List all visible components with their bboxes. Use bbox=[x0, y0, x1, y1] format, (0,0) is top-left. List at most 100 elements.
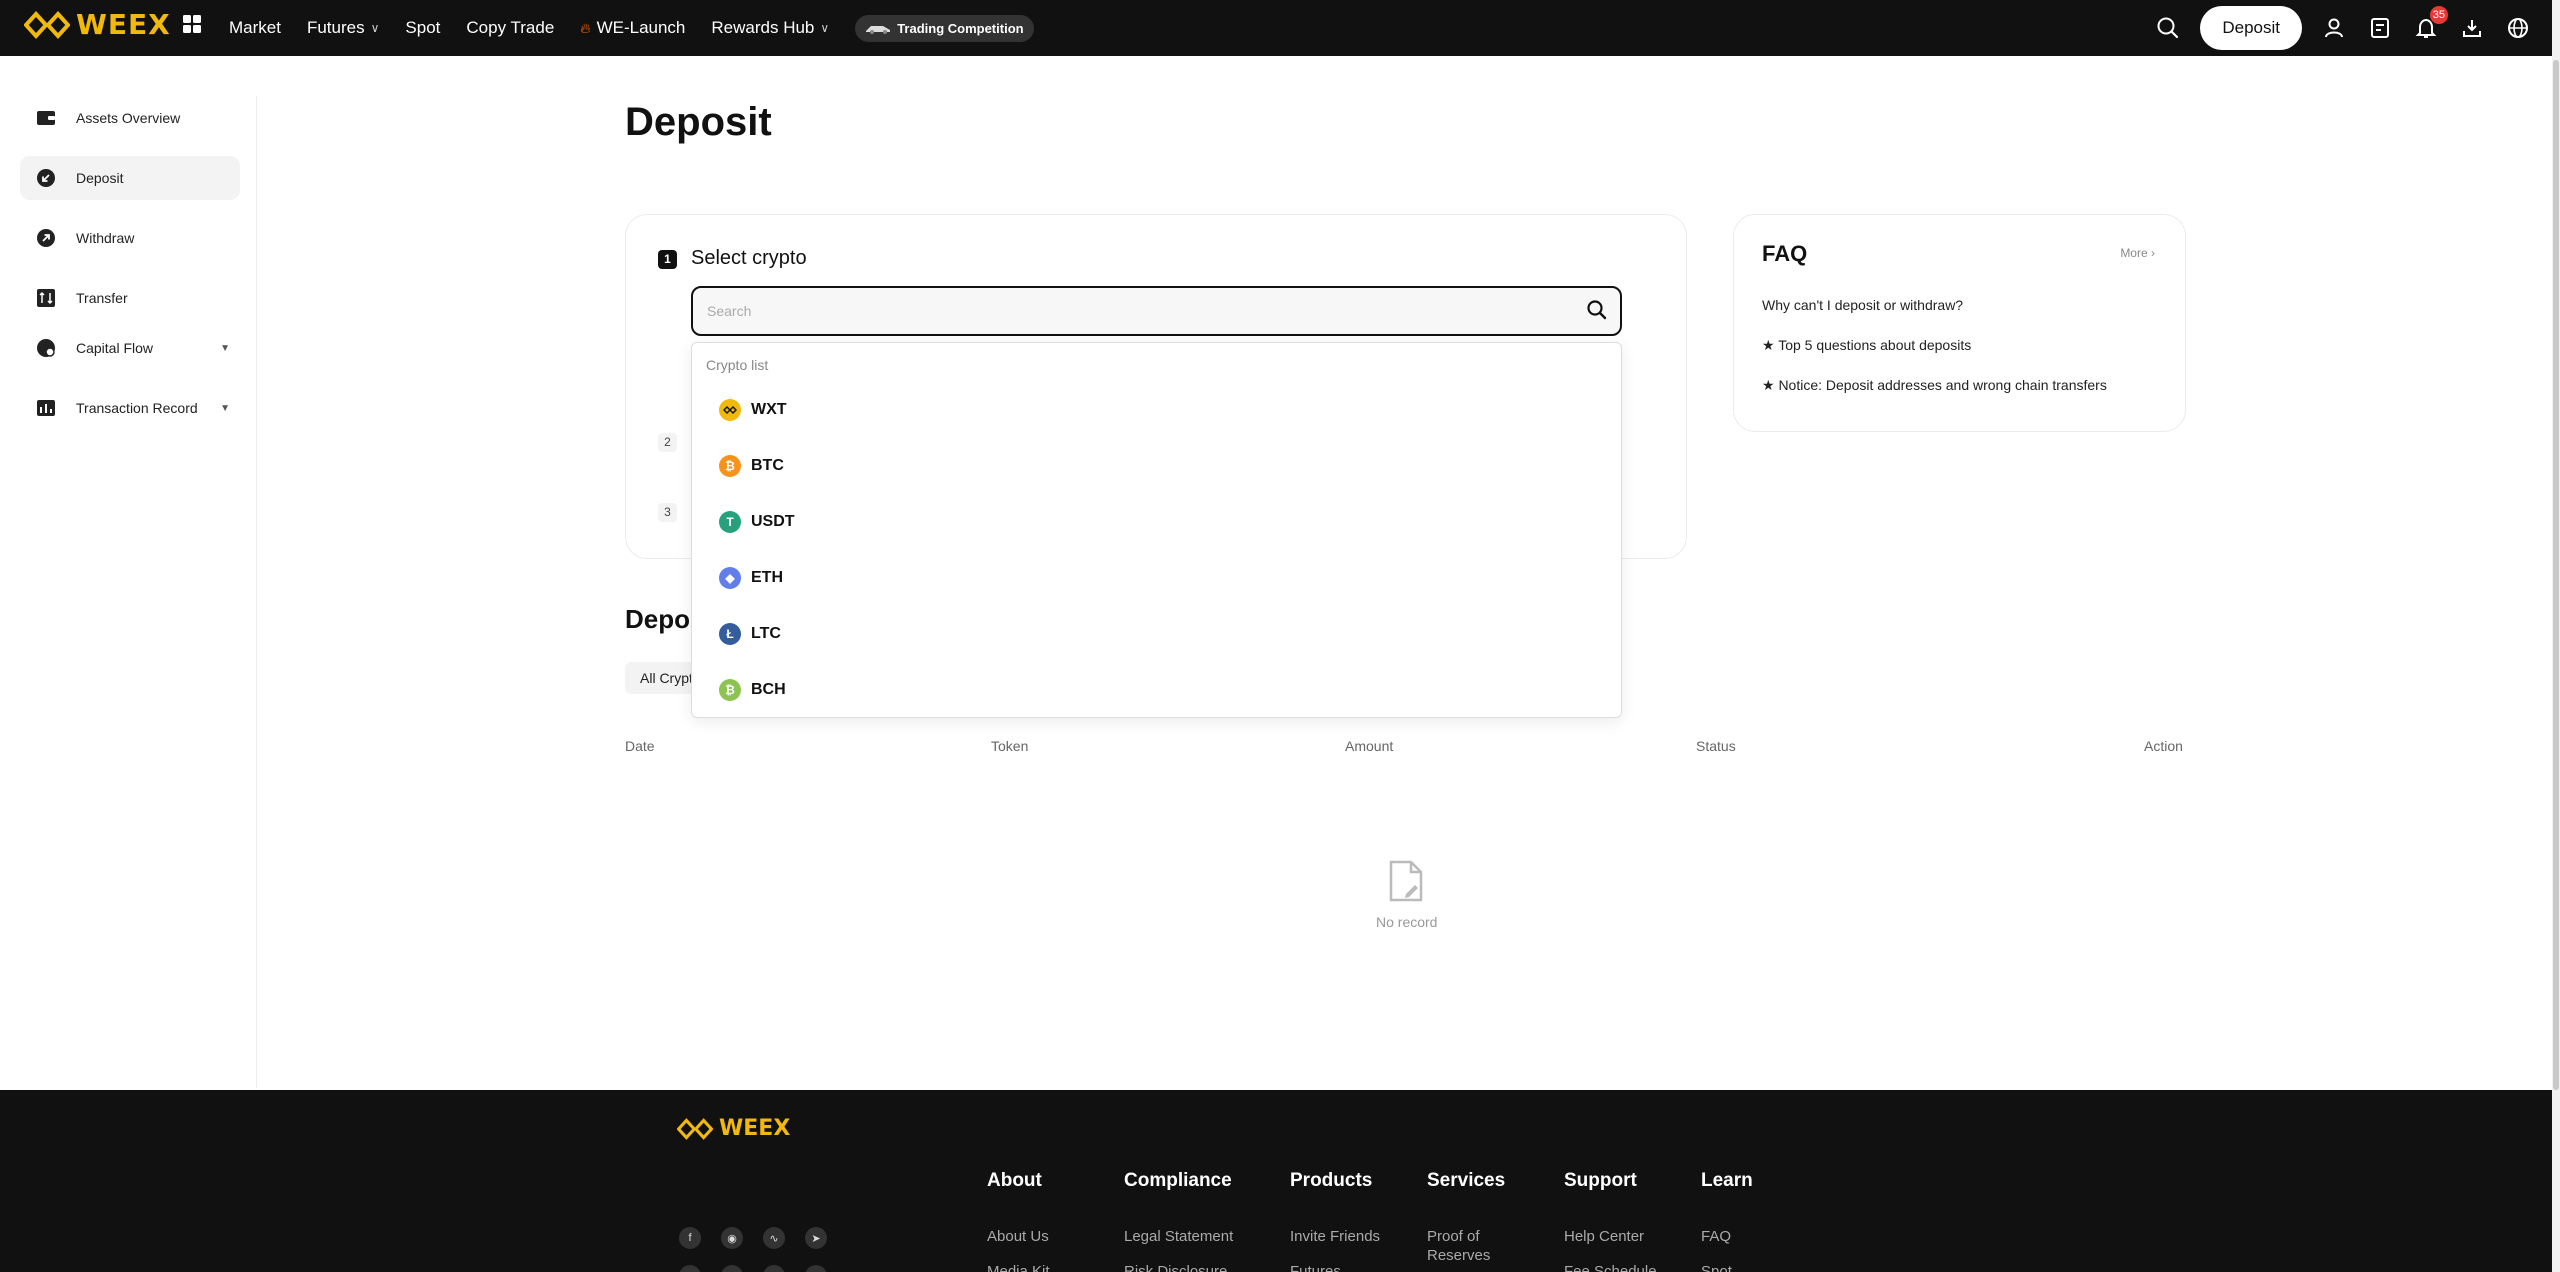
bch-coin-icon: ₿ bbox=[719, 679, 741, 701]
nav-trading-competition[interactable]: Trading Competition bbox=[855, 14, 1034, 42]
faq-title: FAQ bbox=[1762, 241, 1808, 266]
sidebar-item-transaction-record[interactable]: Transaction Record ▼ bbox=[20, 386, 240, 430]
coin-name: ETH bbox=[751, 569, 783, 586]
coin-option-btc[interactable]: ₿ BTC bbox=[692, 438, 1621, 494]
weex-logo[interactable]: WEEX bbox=[24, 8, 171, 41]
crypto-list-label: Crypto list bbox=[706, 357, 769, 373]
nav-futures[interactable]: Futures ∨ bbox=[307, 18, 379, 38]
notification-bell-icon[interactable]: 35 bbox=[2412, 6, 2448, 42]
top-nav: WEEX Market Futures ∨ Spot Copy Trade 🔥︎ W… bbox=[0, 0, 2552, 56]
transfer-icon bbox=[36, 288, 56, 308]
step-3-badge: 3 bbox=[658, 503, 677, 522]
notification-count-badge: 35 bbox=[2429, 6, 2448, 24]
messenger-icon[interactable]: ∿ bbox=[763, 1227, 785, 1249]
nav-market-label: Market bbox=[229, 18, 281, 37]
wallet-icon bbox=[36, 108, 56, 128]
sidebar-item-deposit[interactable]: Deposit bbox=[20, 156, 240, 200]
faq-question[interactable]: Why can't I deposit or withdraw? bbox=[1762, 297, 1963, 313]
social-icon[interactable] bbox=[721, 1265, 743, 1272]
column-header-token: Token bbox=[991, 738, 1029, 754]
sidebar-item-label: Transaction Record bbox=[76, 400, 198, 416]
coin-option-usdt[interactable]: T USDT bbox=[692, 494, 1621, 550]
empty-document-icon bbox=[1388, 860, 1424, 907]
column-header-amount: Amount bbox=[1345, 738, 1394, 754]
nav-market[interactable]: Market bbox=[229, 18, 281, 38]
coin-name: LTC bbox=[751, 625, 781, 642]
footer-link[interactable]: Legal Statement bbox=[1124, 1227, 1233, 1246]
social-icon[interactable] bbox=[679, 1265, 701, 1272]
social-icon[interactable] bbox=[763, 1265, 785, 1272]
coin-option-bch[interactable]: ₿ BCH bbox=[692, 662, 1621, 718]
race-car-icon bbox=[866, 26, 891, 34]
nav-we-launch[interactable]: 🔥︎ WE-Launch bbox=[580, 18, 685, 38]
column-header-status: Status bbox=[1696, 738, 1736, 754]
crypto-search-input[interactable] bbox=[693, 288, 1553, 334]
social-icon[interactable] bbox=[805, 1265, 827, 1272]
sidebar-item-label: Assets Overview bbox=[76, 110, 181, 126]
footer-link[interactable]: Invite Friends bbox=[1290, 1227, 1380, 1246]
eth-coin-icon: ◆ bbox=[719, 567, 741, 589]
discord-icon[interactable]: ◉ bbox=[721, 1227, 743, 1249]
apps-grid-icon[interactable] bbox=[182, 14, 202, 39]
footer-link[interactable]: Media Kit bbox=[987, 1262, 1050, 1272]
nav-spot[interactable]: Spot bbox=[405, 18, 440, 38]
record-icon bbox=[36, 398, 56, 418]
chevron-down-icon: ∨ bbox=[370, 21, 380, 35]
coin-option-ltc[interactable]: Ł LTC bbox=[692, 606, 1621, 662]
sidebar-item-transfer[interactable]: Transfer bbox=[20, 276, 240, 320]
sidebar-item-label: Capital Flow bbox=[76, 340, 154, 356]
crypto-dropdown: Crypto list WXT ₿ BTC T USDT ◆ ETH Ł LTC… bbox=[691, 342, 1622, 718]
footer-link[interactable]: Fee Schedule bbox=[1564, 1262, 1657, 1272]
nav-rewards-hub[interactable]: Rewards Hub ∨ bbox=[711, 18, 829, 38]
footer-logo[interactable]: WEEX bbox=[677, 1116, 790, 1141]
search-icon[interactable] bbox=[1586, 299, 1608, 326]
fire-icon: 🔥︎ bbox=[580, 19, 591, 36]
sidebar-item-capital-flow[interactable]: Capital Flow ▼ bbox=[20, 326, 240, 370]
faq-question[interactable]: ★ Top 5 questions about deposits bbox=[1762, 337, 1971, 354]
faq-more-label: More bbox=[2120, 246, 2148, 260]
wxt-coin-icon bbox=[719, 399, 741, 421]
footer-link[interactable]: About Us bbox=[987, 1227, 1049, 1246]
footer-link[interactable]: Spot bbox=[1701, 1262, 1732, 1272]
empty-state-text: No record bbox=[1376, 914, 1438, 930]
column-header-action: Action bbox=[2144, 738, 2183, 754]
sidebar-item-assets-overview[interactable]: Assets Overview bbox=[20, 96, 240, 140]
faq-more-link[interactable]: More › bbox=[2120, 246, 2155, 260]
footer-link[interactable]: Help Center bbox=[1564, 1227, 1644, 1246]
footer-col-learn: Learn bbox=[1701, 1170, 1753, 1191]
footer-link[interactable]: Risk Disclosure bbox=[1124, 1262, 1227, 1272]
coin-option-wxt[interactable]: WXT bbox=[692, 382, 1621, 438]
nav-deposit-button[interactable]: Deposit bbox=[2200, 6, 2302, 50]
download-icon[interactable] bbox=[2458, 14, 2486, 42]
search-icon[interactable] bbox=[2154, 14, 2182, 42]
footer-link[interactable]: Proof of Reserves bbox=[1427, 1227, 1497, 1265]
step-2-badge: 2 bbox=[658, 433, 677, 452]
caret-down-icon: ▼ bbox=[220, 402, 230, 414]
footer-col-products: Products bbox=[1290, 1170, 1373, 1191]
footer-link[interactable]: Futures bbox=[1290, 1262, 1341, 1272]
coin-option-eth[interactable]: ◆ ETH bbox=[692, 550, 1621, 606]
nav-copy-trade[interactable]: Copy Trade bbox=[466, 18, 554, 38]
caret-down-icon: ▼ bbox=[220, 342, 230, 354]
faq-question[interactable]: ★ Notice: Deposit addresses and wrong ch… bbox=[1762, 377, 2107, 394]
footer-col-compliance: Compliance bbox=[1124, 1170, 1232, 1191]
nav-spot-label: Spot bbox=[405, 18, 441, 37]
nav-copy-trade-label: Copy Trade bbox=[466, 18, 555, 37]
footer-logo-text: WEEX bbox=[719, 1116, 791, 1141]
sidebar-item-withdraw[interactable]: Withdraw bbox=[20, 216, 240, 260]
orders-icon[interactable] bbox=[2366, 14, 2394, 42]
page-scrollbar[interactable] bbox=[2552, 0, 2560, 1272]
footer-col-services: Services bbox=[1427, 1170, 1506, 1191]
coin-name: BTC bbox=[751, 457, 784, 474]
scrollbar-thumb[interactable] bbox=[2553, 60, 2559, 1090]
column-header-date: Date bbox=[625, 738, 655, 754]
nav-trading-competition-label: Trading Competition bbox=[897, 20, 1024, 36]
telegram-icon[interactable]: ➤ bbox=[805, 1227, 827, 1249]
facebook-icon[interactable]: f bbox=[679, 1227, 701, 1249]
globe-language-icon[interactable] bbox=[2504, 14, 2532, 42]
user-icon[interactable] bbox=[2320, 14, 2348, 42]
crypto-search-field[interactable] bbox=[691, 286, 1622, 336]
coin-name: BCH bbox=[751, 681, 786, 698]
footer-link[interactable]: FAQ bbox=[1701, 1227, 1731, 1246]
chevron-down-icon: ∨ bbox=[820, 21, 830, 35]
